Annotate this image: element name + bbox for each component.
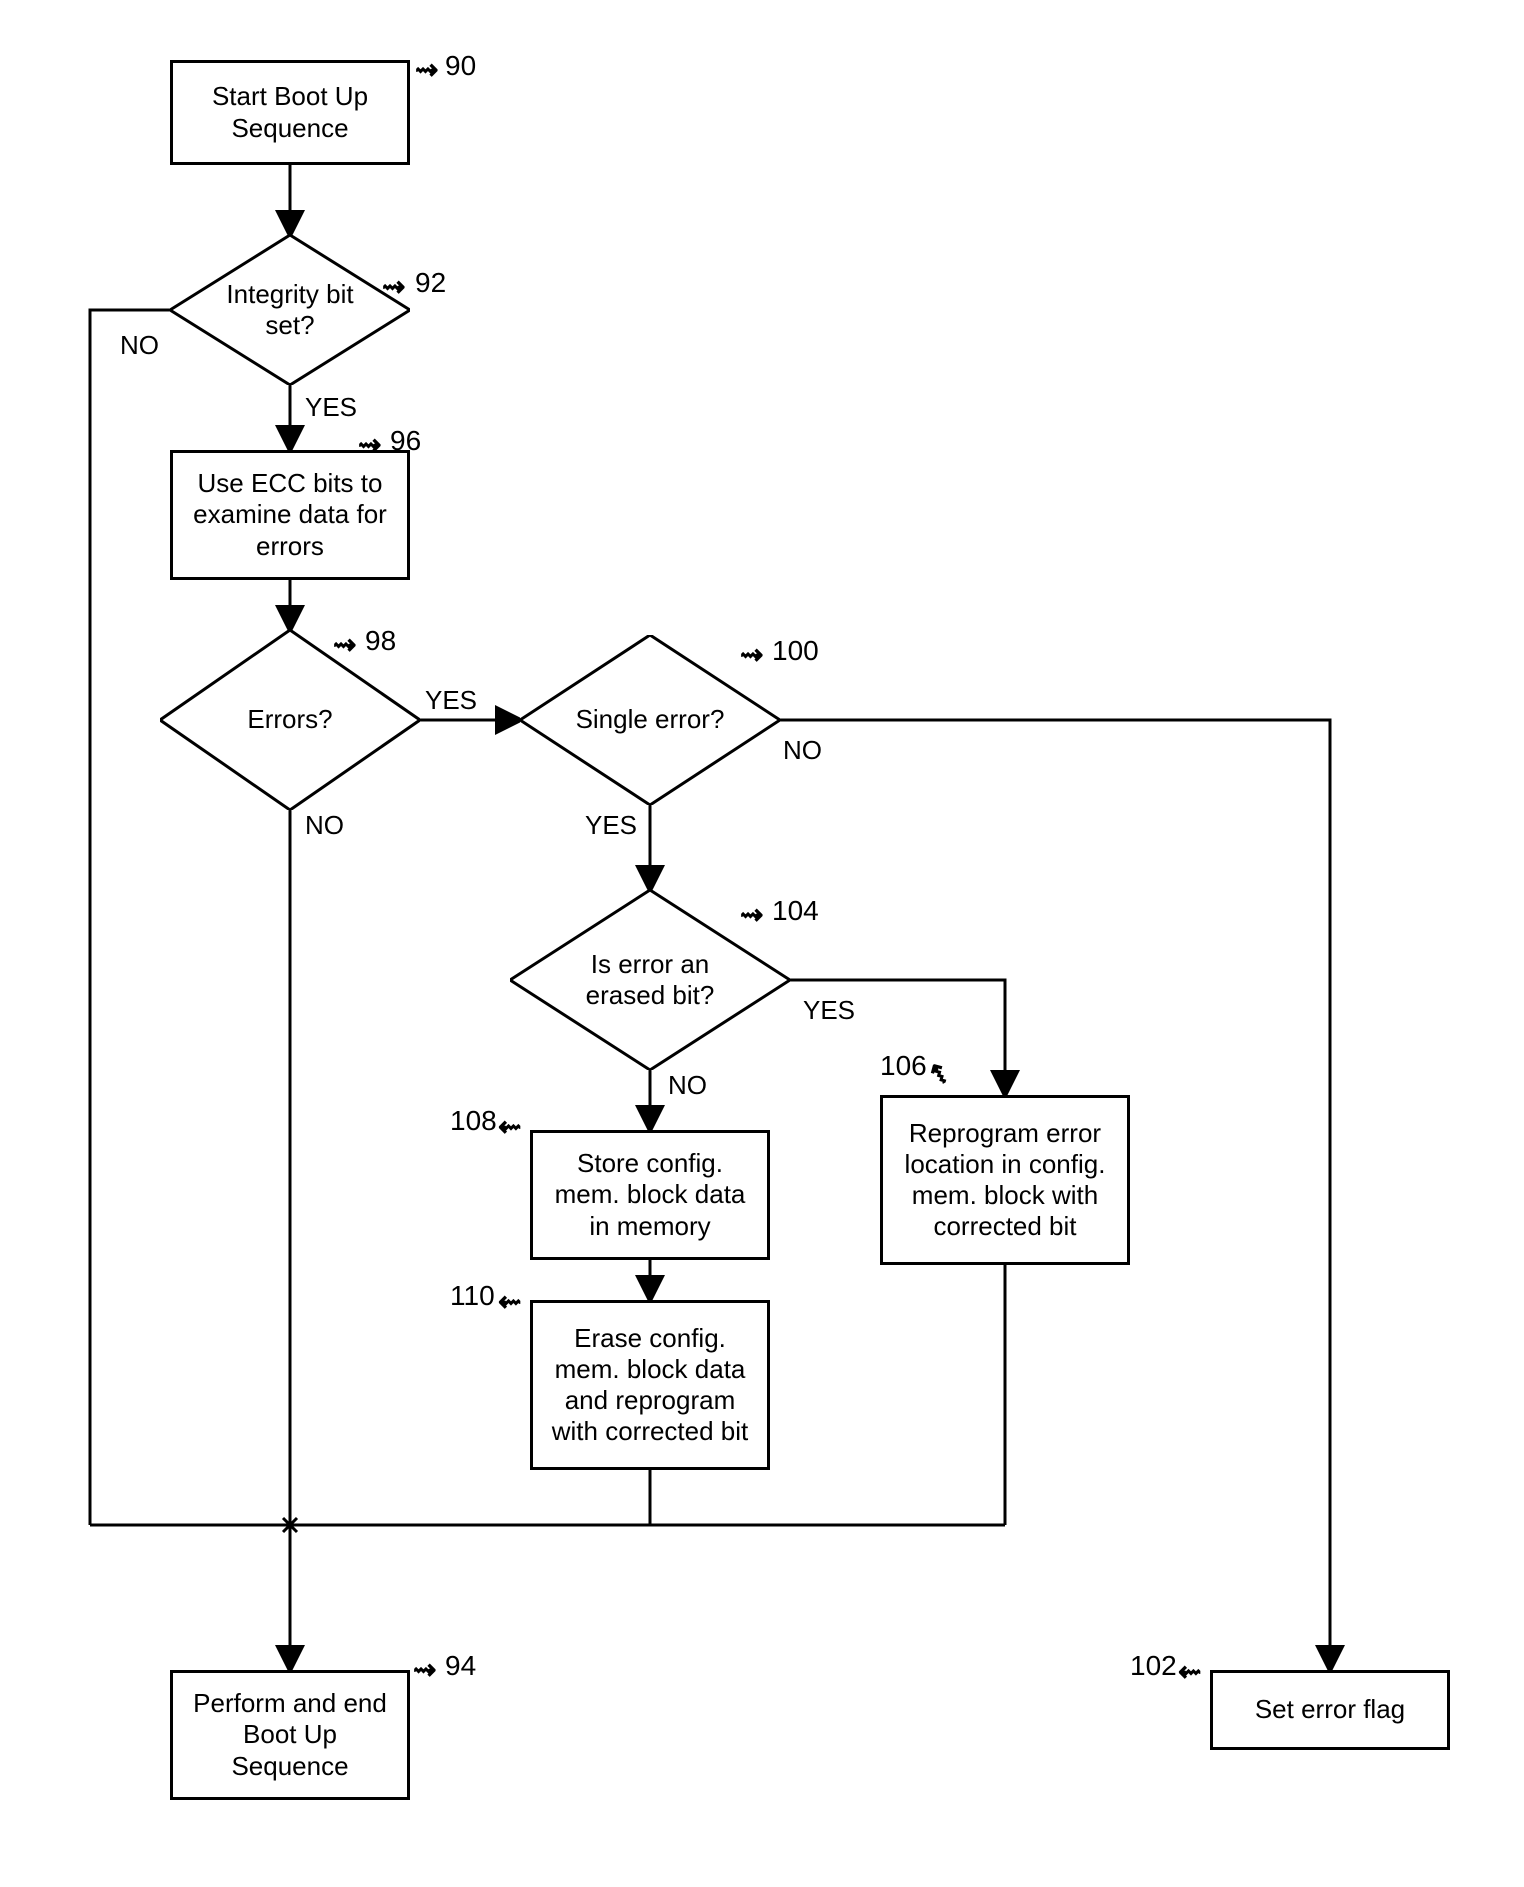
node-store-config: Store config.mem. block datain memory bbox=[530, 1130, 770, 1260]
ref-number: 106 bbox=[880, 1050, 927, 1082]
ref-number: 104 bbox=[772, 895, 819, 927]
edge-label-no: NO bbox=[668, 1070, 707, 1101]
ref-squiggle: ⇜ bbox=[498, 1285, 521, 1318]
node-text: Errors? bbox=[241, 698, 338, 741]
ref-number: 98 bbox=[365, 625, 396, 657]
ref-number: 92 bbox=[415, 267, 446, 299]
node-text: Set error flag bbox=[1255, 1694, 1405, 1725]
ref-squiggle: ⇝ bbox=[333, 628, 356, 661]
edge-label-no: NO bbox=[305, 810, 344, 841]
ref-number: 110 bbox=[450, 1280, 495, 1312]
ref-number: 102 bbox=[1130, 1650, 1177, 1682]
ref-squiggle: ⇝ bbox=[382, 270, 405, 303]
node-text: Start Boot UpSequence bbox=[212, 81, 368, 143]
ref-squiggle: ⇝ bbox=[415, 53, 438, 86]
edge-label-no: NO bbox=[783, 735, 822, 766]
ref-squiggle: ⇜ bbox=[498, 1110, 521, 1143]
node-integrity-bit: Integrity bitset? bbox=[170, 235, 410, 385]
ref-number: 90 bbox=[445, 50, 476, 82]
node-text: Integrity bitset? bbox=[220, 273, 359, 347]
edge-label-yes: YES bbox=[305, 392, 357, 423]
node-text: Is error anerased bit? bbox=[580, 943, 721, 1017]
ref-number: 100 bbox=[772, 635, 819, 667]
node-text: Single error? bbox=[570, 698, 731, 741]
node-text: Use ECC bits toexamine data forerrors bbox=[193, 468, 387, 562]
edge-label-yes: YES bbox=[585, 810, 637, 841]
node-erase-config: Erase config.mem. block dataand reprogra… bbox=[530, 1300, 770, 1470]
node-start-boot: Start Boot UpSequence bbox=[170, 60, 410, 165]
node-text: Reprogram errorlocation in config.mem. b… bbox=[905, 1118, 1106, 1243]
node-text: Store config.mem. block datain memory bbox=[555, 1148, 746, 1242]
node-perform-end: Perform and endBoot UpSequence bbox=[170, 1670, 410, 1800]
node-text: Erase config.mem. block dataand reprogra… bbox=[552, 1323, 749, 1448]
edge-label-no: NO bbox=[120, 330, 159, 361]
node-text: Perform and endBoot UpSequence bbox=[193, 1688, 387, 1782]
ref-squiggle: ⇝ bbox=[740, 638, 763, 671]
edge-label-yes: YES bbox=[425, 685, 477, 716]
node-use-ecc: Use ECC bits toexamine data forerrors bbox=[170, 450, 410, 580]
edge-label-yes: YES bbox=[803, 995, 855, 1026]
flowchart-canvas: Start Boot UpSequence ⇝ 90 Integrity bit… bbox=[20, 20, 1524, 1867]
node-set-error-flag: Set error flag bbox=[1210, 1670, 1450, 1750]
ref-squiggle: ⇝ bbox=[413, 1653, 436, 1686]
ref-squiggle: ⇜ bbox=[1178, 1655, 1201, 1688]
node-reprogram-error: Reprogram errorlocation in config.mem. b… bbox=[880, 1095, 1130, 1265]
ref-number: 94 bbox=[445, 1650, 476, 1682]
ref-number: 108 bbox=[450, 1105, 497, 1137]
ref-squiggle: ⇝ bbox=[740, 898, 763, 931]
ref-number: 96 bbox=[390, 425, 421, 457]
node-errors: Errors? bbox=[160, 630, 420, 810]
ref-squiggle: ⇝ bbox=[358, 428, 381, 461]
